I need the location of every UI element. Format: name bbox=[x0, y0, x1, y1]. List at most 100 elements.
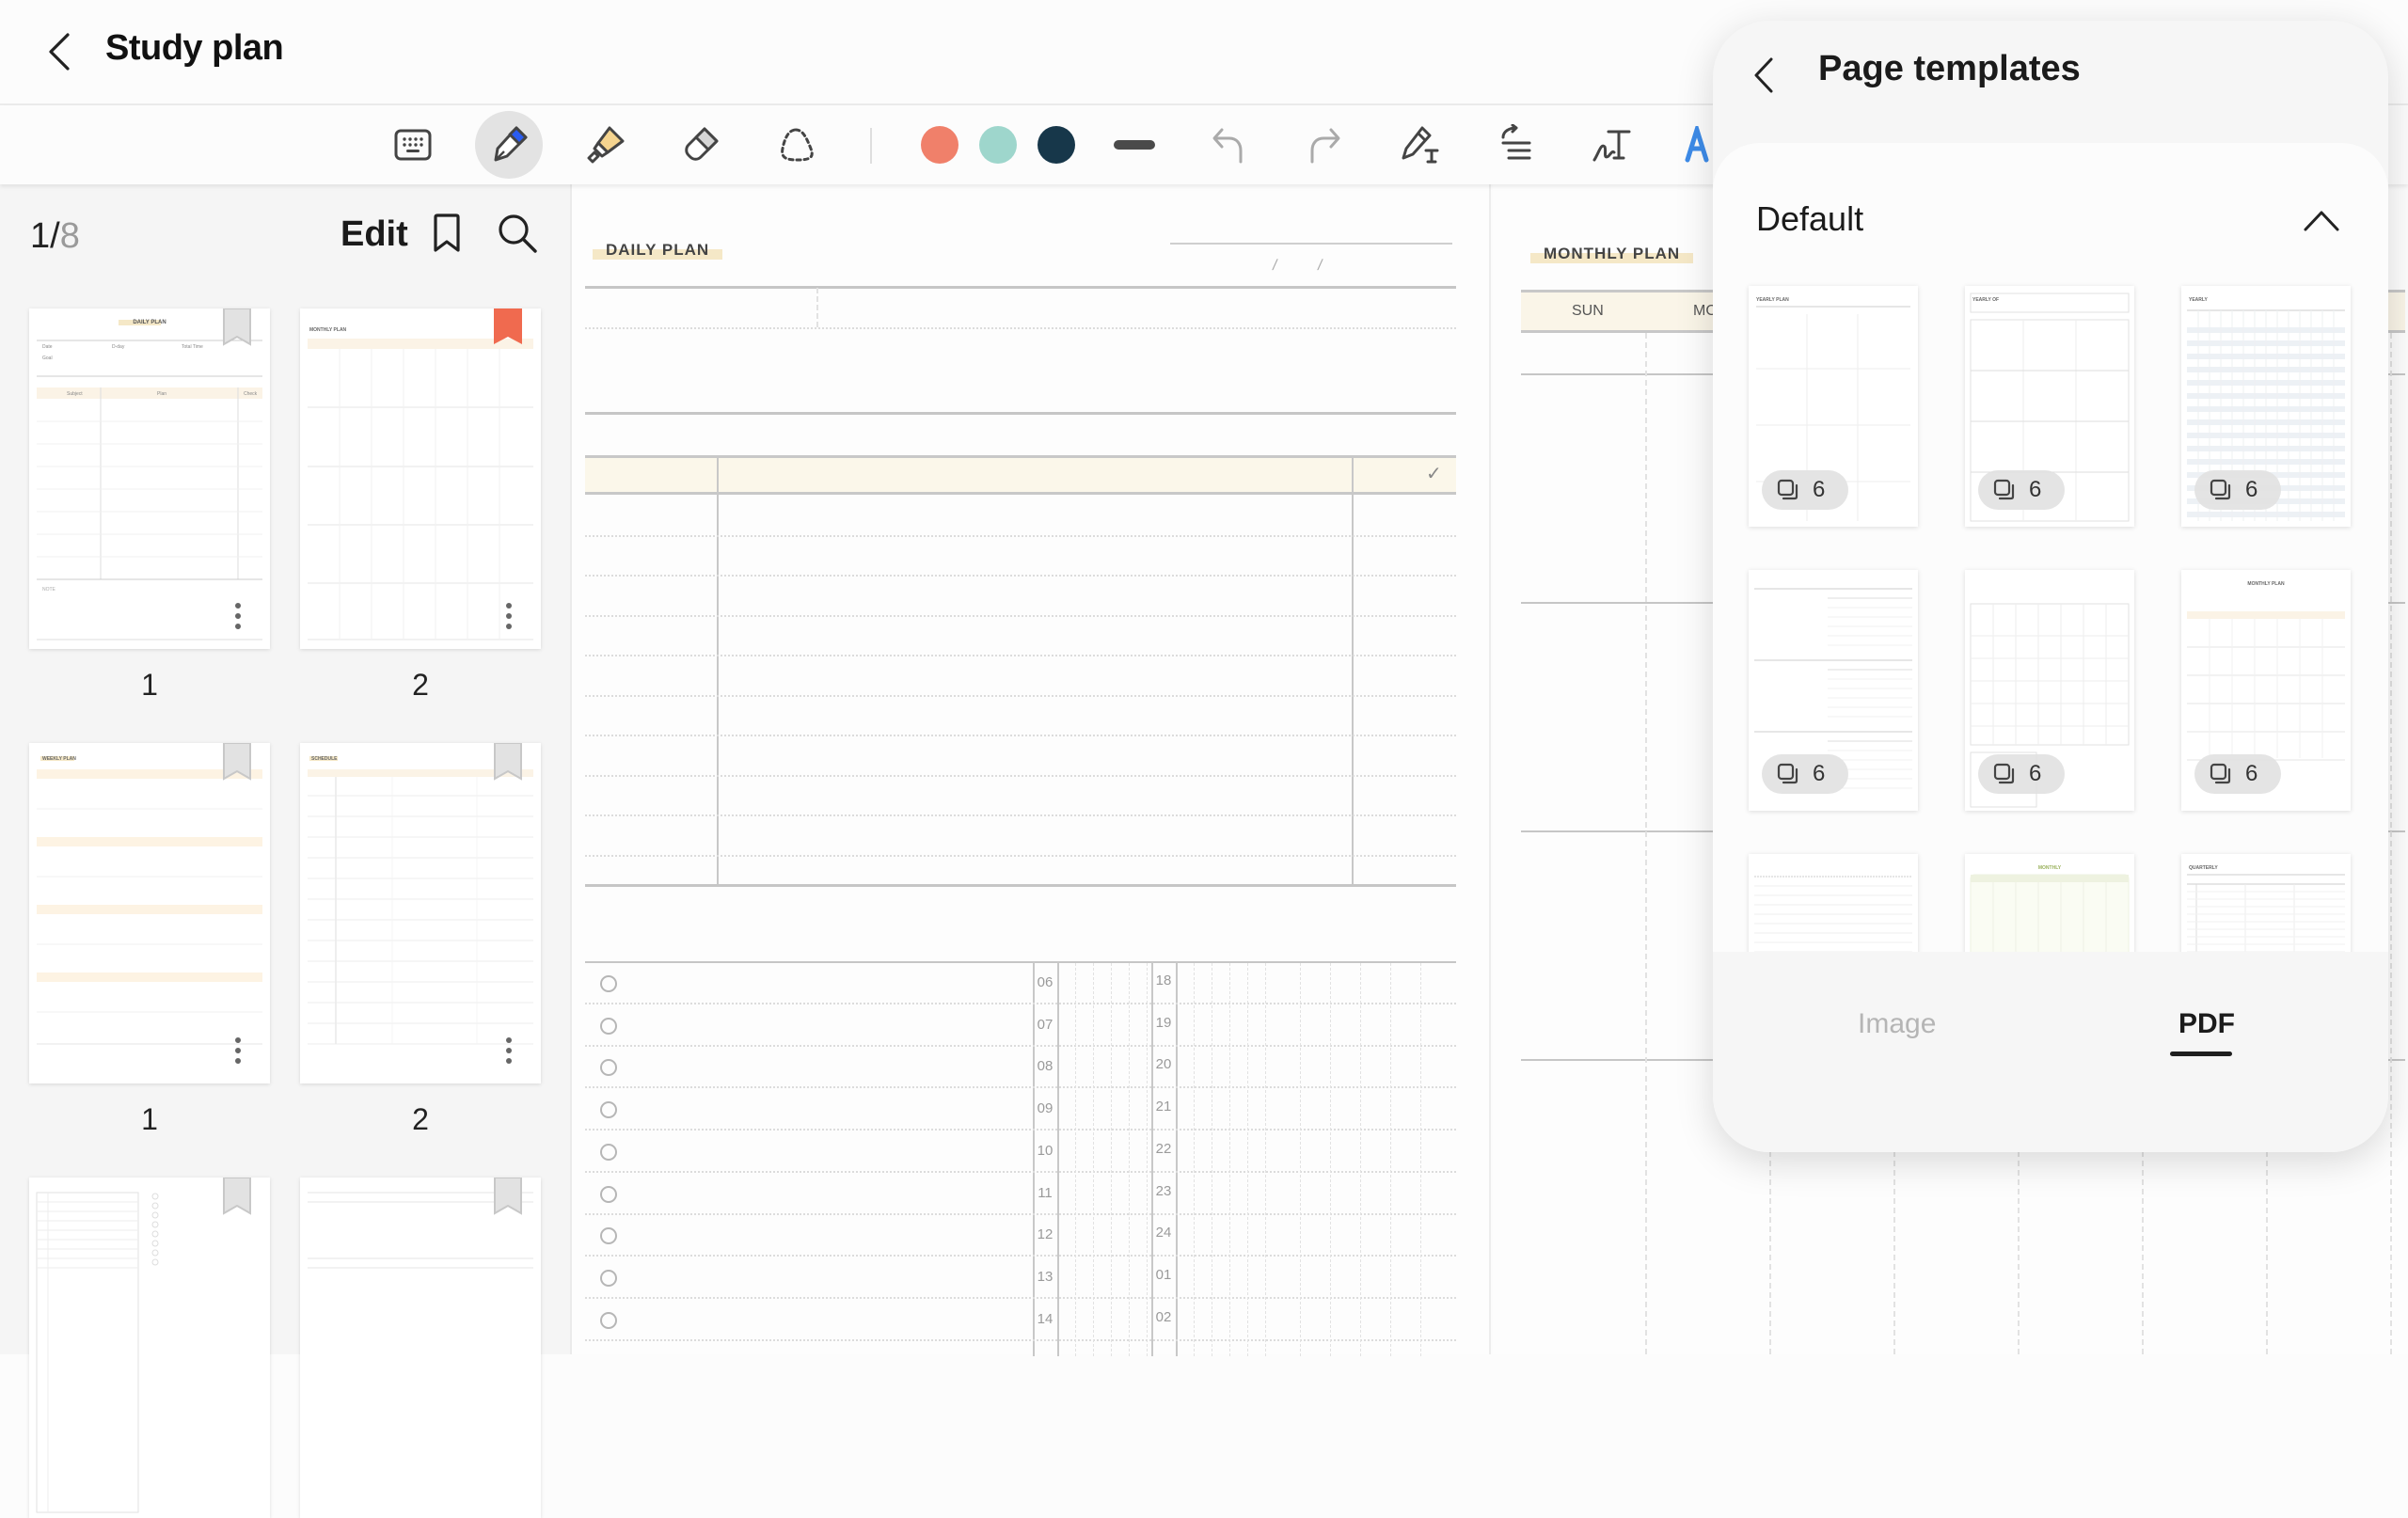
more-options-icon[interactable] bbox=[234, 602, 242, 630]
pen-icon bbox=[494, 126, 528, 162]
pen-button[interactable] bbox=[475, 111, 543, 179]
lasso-button[interactable] bbox=[764, 111, 832, 179]
panel-back-button[interactable] bbox=[1752, 49, 1790, 102]
pages-icon bbox=[1993, 763, 2015, 784]
todo-checkbox[interactable] bbox=[600, 1017, 617, 1035]
pages-icon bbox=[1993, 479, 2015, 500]
page-count-badge: 6 bbox=[1978, 470, 2065, 510]
template-label: MONTHLY PLAN bbox=[2247, 581, 2285, 587]
thumb-number: 2 bbox=[412, 1102, 429, 1136]
page-thumbnail[interactable]: WEEKLY PLAN bbox=[29, 743, 270, 1083]
plan-table-header bbox=[585, 455, 1456, 495]
template-card[interactable]: YEARLY PLAN 6 bbox=[1749, 286, 1918, 527]
collapse-button[interactable] bbox=[2298, 198, 2345, 245]
page-thumbnail[interactable] bbox=[300, 1178, 541, 1518]
notes-preview bbox=[308, 1192, 533, 1269]
template-card[interactable]: MONTHLY PLAN 6 bbox=[2181, 570, 2351, 811]
color-swatch-coral[interactable] bbox=[921, 126, 958, 164]
bookmark-icon[interactable] bbox=[494, 1178, 522, 1215]
divider bbox=[585, 884, 1456, 887]
tab-pdf[interactable]: PDF bbox=[2178, 1008, 2235, 1040]
date-separator: / bbox=[1316, 258, 1324, 274]
template-card[interactable]: 6 bbox=[1965, 570, 2134, 811]
text-format-button[interactable] bbox=[1482, 111, 1550, 179]
page-thumbnail[interactable]: DAILY PLAN Date D-day Total Time Goal Su… bbox=[29, 308, 270, 649]
pen-to-text-button[interactable] bbox=[1386, 111, 1454, 179]
undo-button[interactable] bbox=[1195, 111, 1262, 179]
hour-label: 09 bbox=[1037, 1100, 1054, 1117]
bookmark-filter-button[interactable] bbox=[431, 213, 472, 260]
time-row-line bbox=[585, 1086, 1456, 1089]
hour-label: 23 bbox=[1155, 1182, 1172, 1199]
template-card[interactable]: QUARTERLY bbox=[2181, 854, 2351, 952]
page-separator: / bbox=[50, 216, 60, 256]
page-count: 6 bbox=[1813, 477, 1826, 502]
bookmark-icon[interactable] bbox=[494, 308, 522, 346]
current-page: 1 bbox=[30, 216, 51, 256]
todo-checkbox[interactable] bbox=[600, 1059, 617, 1077]
minute-gridline bbox=[1300, 963, 1301, 1356]
section-label: Default bbox=[1756, 199, 1864, 238]
page-thumbnail[interactable] bbox=[29, 1178, 270, 1518]
pen-to-text-icon bbox=[1402, 126, 1439, 164]
page-thumbnail[interactable]: SCHEDULE bbox=[300, 743, 541, 1083]
page-count: 6 bbox=[2245, 477, 2258, 502]
hour-label: 02 bbox=[1155, 1308, 1172, 1325]
total-pages: 8 bbox=[59, 216, 80, 256]
lasso-icon bbox=[781, 128, 814, 162]
text-format-icon bbox=[1501, 124, 1531, 160]
todo-checkbox[interactable] bbox=[600, 1143, 617, 1161]
todo-checkbox[interactable] bbox=[600, 1101, 617, 1119]
time-row-line bbox=[585, 1170, 1456, 1173]
schedule-preview: SCHEDULE bbox=[308, 756, 533, 1045]
color-swatch-mint[interactable] bbox=[979, 126, 1017, 164]
note-label: NOTE bbox=[42, 587, 56, 593]
tab-image[interactable]: Image bbox=[1858, 1008, 1936, 1040]
hour-label: 10 bbox=[1037, 1142, 1054, 1159]
todo-checkbox[interactable] bbox=[600, 1269, 617, 1287]
template-card[interactable]: YEARLY 6 bbox=[2181, 286, 2351, 527]
todo-checkbox[interactable] bbox=[600, 1227, 617, 1245]
thumb-number: 2 bbox=[412, 668, 429, 702]
handwriting-to-text-button[interactable] bbox=[1578, 111, 1646, 179]
todo-checkbox[interactable] bbox=[600, 1185, 617, 1203]
todo-checkbox[interactable] bbox=[600, 975, 617, 992]
thumb-number: 1 bbox=[141, 1102, 158, 1136]
search-button[interactable] bbox=[497, 213, 544, 260]
field-label: Total Time bbox=[182, 344, 203, 350]
bookmark-icon[interactable] bbox=[223, 1178, 251, 1215]
page-templates-panel: Page templates Default YEARLY PLAN 6 YEARL… bbox=[1713, 21, 2388, 1152]
eraser-button[interactable] bbox=[667, 111, 735, 179]
keyboard-button[interactable] bbox=[379, 111, 447, 179]
hour-label: 18 bbox=[1155, 972, 1172, 988]
template-card[interactable]: YEARLY OF 6 bbox=[1965, 286, 2134, 527]
column-label: Subject bbox=[67, 391, 83, 397]
template-label: QUARTERLY bbox=[2189, 865, 2218, 871]
edit-button[interactable]: Edit bbox=[341, 214, 408, 255]
template-card[interactable]: 6 bbox=[1749, 570, 1918, 811]
template-label: YEARLY PLAN bbox=[1756, 297, 1789, 303]
bookmark-icon[interactable] bbox=[494, 743, 522, 781]
template-card[interactable]: MONTHLY bbox=[1965, 854, 2134, 952]
undo-icon bbox=[1212, 128, 1243, 164]
redo-button[interactable] bbox=[1291, 111, 1358, 179]
daily-plan-page[interactable]: DAILY PLAN / / ✓ 06 18 07 19 08 20 09 21 10 22 11 2… bbox=[572, 184, 1491, 1356]
toolbar-divider bbox=[870, 128, 872, 164]
color-swatch-navy[interactable] bbox=[1038, 126, 1075, 164]
bookmark-icon[interactable] bbox=[223, 308, 251, 346]
selected-tab-indicator bbox=[2170, 1052, 2232, 1056]
template-card[interactable] bbox=[1749, 854, 1918, 952]
chevron-left-icon bbox=[1754, 57, 1773, 93]
highlighter-button[interactable] bbox=[572, 111, 640, 179]
more-options-icon[interactable] bbox=[505, 602, 513, 630]
daily-plan-preview: DAILY PLAN Date D-day Total Time Goal Su… bbox=[37, 320, 262, 640]
more-options-icon[interactable] bbox=[234, 1036, 242, 1065]
back-button[interactable] bbox=[38, 30, 81, 73]
time-row-line bbox=[585, 1296, 1456, 1299]
todo-checkbox[interactable] bbox=[600, 1311, 617, 1329]
panel-title: Page templates bbox=[1818, 49, 2081, 88]
more-options-icon[interactable] bbox=[505, 1036, 513, 1065]
page-thumbnail[interactable]: MONTHLY PLAN bbox=[300, 308, 541, 649]
bookmark-icon[interactable] bbox=[223, 743, 251, 781]
stroke-width-button[interactable] bbox=[1101, 111, 1168, 179]
